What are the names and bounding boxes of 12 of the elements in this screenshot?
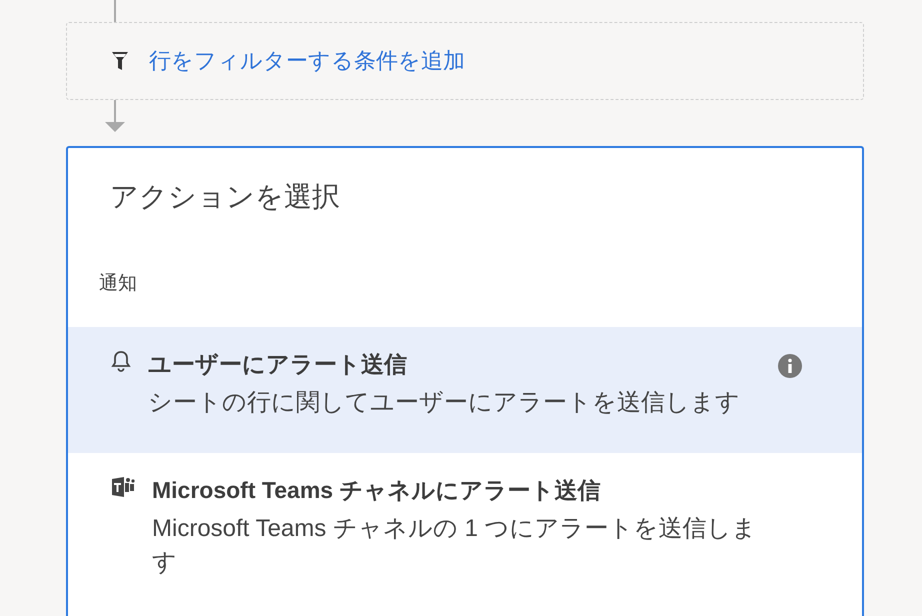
add-filter-condition-link[interactable]: 行をフィルターする条件を追加	[149, 46, 465, 76]
action-description: シートの行に関してユーザーにアラートを送信します	[148, 388, 740, 418]
action-description: Microsoft Teams チャネルの 1 つにアラートを送信します	[152, 514, 758, 578]
panel-title: アクションを選択	[109, 180, 341, 214]
action-title: ユーザーにアラート送信	[148, 350, 407, 379]
bell-icon	[110, 349, 132, 373]
action-title: Microsoft Teams チャネルにアラート送信	[152, 476, 600, 505]
teams-icon	[110, 475, 136, 499]
info-icon[interactable]	[778, 354, 802, 378]
filter-icon	[111, 50, 129, 72]
action-item[interactable]: ユーザーにアラート送信 シートの行に関してユーザーにアラートを送信します	[68, 327, 862, 453]
section-heading: 通知	[98, 272, 138, 296]
